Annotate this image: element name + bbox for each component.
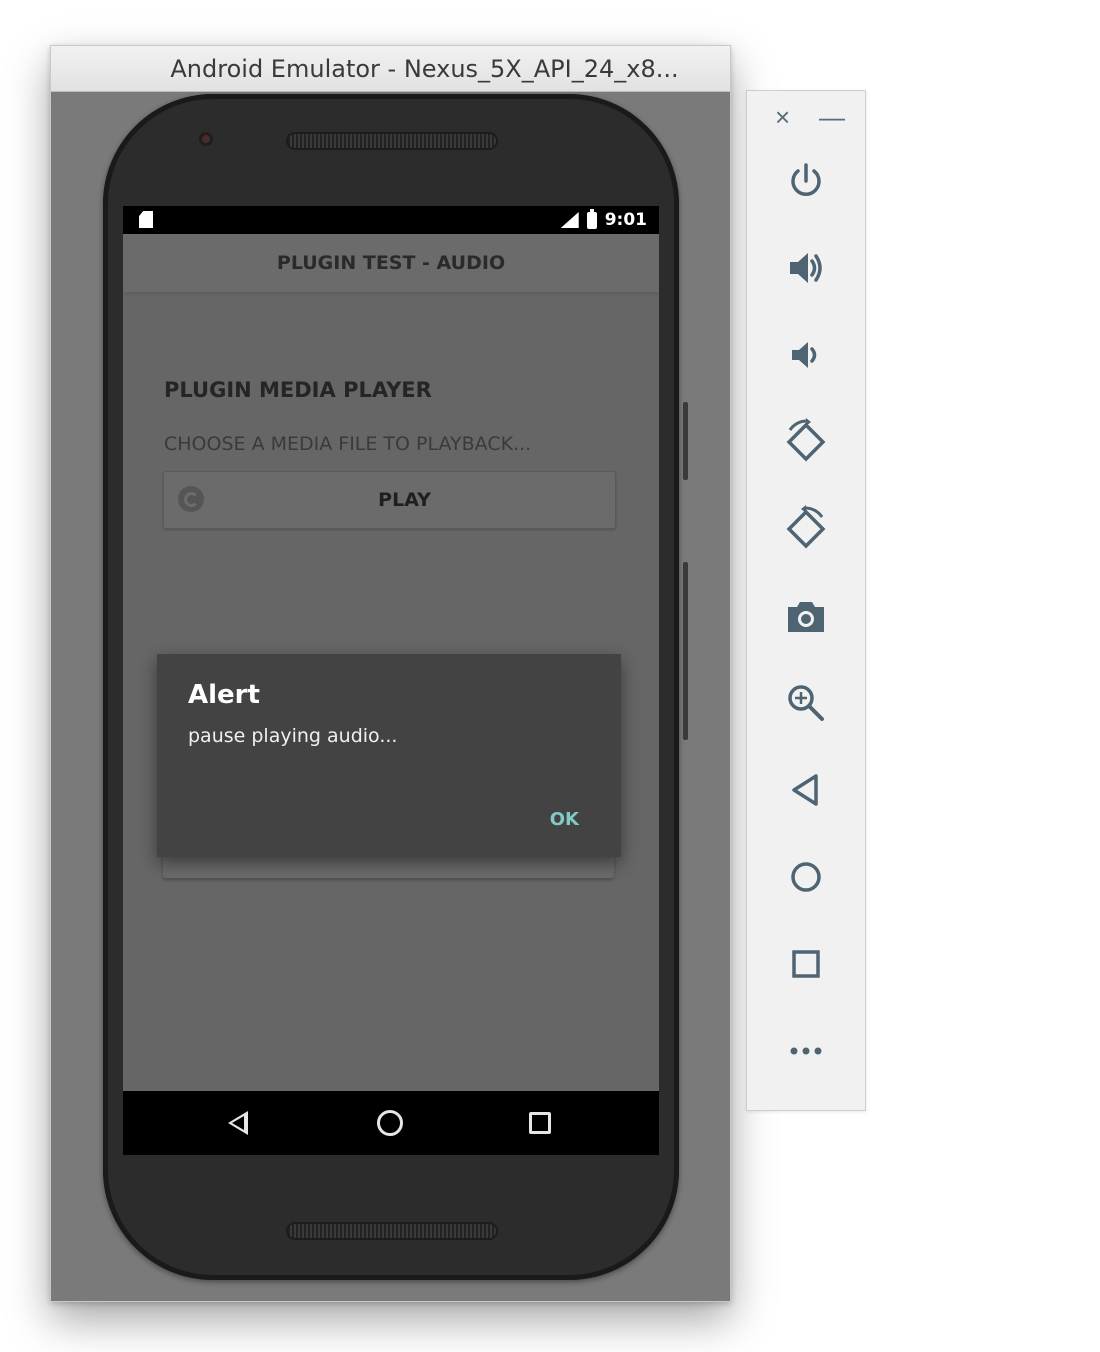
power-icon bbox=[791, 163, 821, 196]
zoom-icon bbox=[788, 685, 824, 721]
volume-up-icon bbox=[790, 253, 822, 283]
zoom-button[interactable] bbox=[776, 673, 836, 733]
sd-card-icon bbox=[139, 211, 153, 228]
more-icon bbox=[790, 1047, 822, 1055]
emulator-window: Android Emulator - Nexus_5X_API_24_x8...… bbox=[50, 45, 731, 1302]
rotate-left-icon bbox=[786, 418, 826, 462]
battery-icon bbox=[586, 208, 597, 229]
android-nav-bar bbox=[123, 1091, 659, 1155]
app-heading: PLUGIN MEDIA PLAYER bbox=[164, 378, 432, 402]
dialog-message: pause playing audio... bbox=[188, 725, 398, 747]
play-button[interactable]: PLAY bbox=[163, 471, 616, 529]
dialog-title: Alert bbox=[188, 680, 260, 710]
camera-icon bbox=[788, 602, 824, 632]
bottom-speaker-grille bbox=[286, 1222, 498, 1240]
rotate-left-button[interactable] bbox=[776, 412, 836, 472]
more-button[interactable] bbox=[776, 1021, 836, 1081]
volume-side-button bbox=[683, 562, 688, 740]
play-button-label: PLAY bbox=[378, 489, 431, 511]
back-icon bbox=[792, 774, 818, 806]
power-side-button bbox=[683, 402, 688, 480]
app-subheading: CHOOSE A MEDIA FILE TO PLAYBACK... bbox=[164, 433, 532, 455]
back-button[interactable] bbox=[776, 760, 836, 820]
window-title: Android Emulator - Nexus_5X_API_24_x8... bbox=[170, 55, 679, 83]
phone-frame: 9:01 PLUGIN TEST - AUDIO PLUGIN MEDIA PL… bbox=[103, 94, 688, 1280]
rotate-right-icon bbox=[786, 505, 826, 549]
status-clock: 9:01 bbox=[604, 210, 647, 230]
top-speaker-grille bbox=[286, 132, 498, 150]
rotate-right-button[interactable] bbox=[776, 499, 836, 559]
overview-icon bbox=[792, 950, 820, 978]
nav-back-icon[interactable] bbox=[228, 1111, 248, 1135]
minimize-icon[interactable]: — bbox=[819, 103, 845, 131]
home-icon bbox=[791, 862, 821, 892]
volume-up-button[interactable] bbox=[776, 238, 836, 298]
status-bar: 9:01 bbox=[123, 206, 659, 234]
volume-down-button[interactable] bbox=[776, 325, 836, 385]
nav-recents-icon[interactable] bbox=[529, 1112, 551, 1134]
device-screen: 9:01 PLUGIN TEST - AUDIO PLUGIN MEDIA PL… bbox=[123, 206, 659, 1155]
power-button[interactable] bbox=[776, 151, 836, 211]
dialog-ok-button[interactable]: OK bbox=[550, 809, 579, 830]
app-toolbar-title: PLUGIN TEST - AUDIO bbox=[123, 234, 659, 292]
screenshot-button[interactable] bbox=[776, 586, 836, 646]
nav-home-icon[interactable] bbox=[377, 1110, 403, 1136]
overview-button[interactable] bbox=[776, 934, 836, 994]
alert-dialog: Alert pause playing audio... OK bbox=[157, 654, 621, 857]
home-button[interactable] bbox=[776, 847, 836, 907]
emulator-title-bar[interactable]: Android Emulator - Nexus_5X_API_24_x8... bbox=[51, 46, 730, 92]
front-camera-icon bbox=[199, 132, 213, 146]
emulator-side-toolbar: × — bbox=[746, 90, 866, 1111]
status-icons: 9:01 bbox=[560, 206, 647, 234]
signal-icon bbox=[560, 212, 579, 228]
volume-down-icon bbox=[792, 342, 817, 368]
close-icon[interactable]: × bbox=[775, 103, 790, 131]
